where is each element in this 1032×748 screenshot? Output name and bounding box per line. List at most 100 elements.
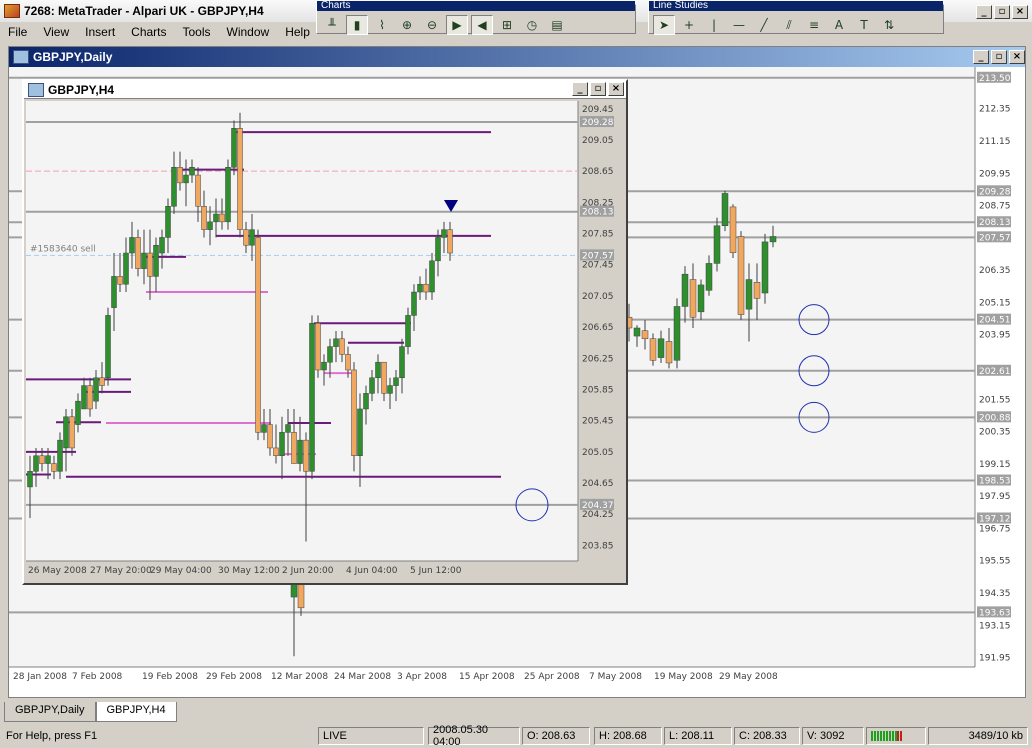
app-window-buttons: _ ▫ × [976, 5, 1028, 19]
h4-candle [249, 229, 255, 246]
channel-icon[interactable]: ⫽ [778, 15, 800, 35]
daily-price-tick: 203.95 [979, 331, 1011, 341]
candlestick-icon[interactable]: ▮ [346, 15, 368, 35]
daily-price-label: 198.53 [979, 477, 1011, 487]
connection-bars-icon[interactable] [866, 727, 926, 745]
menu-help[interactable]: Help [277, 25, 318, 39]
h4-candle [369, 377, 375, 394]
h4-candle [123, 252, 129, 285]
daily-price-tick: 197.95 [979, 492, 1011, 502]
h4-price-label: 204.37 [582, 501, 614, 511]
h4-time-tick: 30 May 12:00 [218, 566, 280, 576]
daily-chart-titlebar: GBPJPY,Daily [9, 47, 1025, 67]
h4-candle [243, 229, 249, 246]
zoom-out-icon[interactable]: ⊖ [421, 15, 443, 35]
daily-time-tick: 29 Feb 2008 [206, 672, 262, 682]
h4-candle [363, 393, 369, 410]
h4-candle [393, 377, 399, 386]
daily-candle [761, 241, 769, 294]
menu-insert[interactable]: Insert [77, 25, 123, 39]
h4-candle [171, 167, 177, 207]
h4-candle [411, 291, 417, 316]
fibonacci-icon[interactable]: ≡ [803, 15, 825, 35]
daily-price-tick: 191.95 [979, 654, 1011, 664]
daily-time-tick: 25 Apr 2008 [524, 672, 580, 682]
h4-time-tick: 5 Jun 12:00 [410, 566, 462, 576]
zoom-in-icon[interactable]: ⊕ [396, 15, 418, 35]
indicators-icon[interactable]: ⊞ [496, 15, 518, 35]
h4-close-button[interactable]: × [608, 82, 624, 96]
text-label-icon[interactable]: T [853, 15, 875, 35]
h4-candle [129, 237, 135, 254]
crosshair-icon[interactable]: + [678, 15, 700, 35]
daily-price-tick: 209.95 [979, 169, 1011, 179]
menu-window[interactable]: Window [219, 25, 278, 39]
arrows-icon[interactable]: ⇅ [878, 15, 900, 35]
templates-icon[interactable]: ▤ [546, 15, 568, 35]
tab-gbpjpy-h4[interactable]: GBPJPY,H4 [95, 702, 177, 722]
daily-price-label: 213.50 [979, 74, 1011, 84]
minimize-button[interactable]: _ [976, 5, 992, 19]
h4-candle [63, 416, 69, 449]
daily-minimize-button[interactable]: _ [973, 50, 989, 64]
h4-candle [267, 424, 273, 449]
daily-price-label: 209.28 [979, 187, 1011, 197]
h4-price-tick: 209.45 [582, 105, 614, 115]
bar-chart-icon[interactable]: ╨ [321, 15, 343, 35]
daily-time-tick: 19 May 2008 [654, 672, 713, 682]
menu-file[interactable]: File [0, 25, 35, 39]
daily-time-tick: 28 Jan 2008 [13, 672, 67, 682]
h4-chart-window[interactable]: GBPJPY,H4 _ ▫ × 209.45 209.05 208.65 208.25… [22, 79, 628, 585]
charts-toolbar: Charts ╨ ▮ ⌇ ⊕ ⊖ ▶ ◀ ⊞ ◷ ▤ [316, 1, 636, 35]
h4-price-label: 208.13 [582, 208, 614, 218]
status-profile[interactable]: LIVE [318, 727, 424, 745]
h4-candle [141, 252, 147, 269]
autoscroll-icon[interactable]: ▶ [446, 15, 468, 35]
chart-shift-icon[interactable]: ◀ [471, 15, 493, 35]
h4-restore-button[interactable]: ▫ [590, 82, 606, 96]
h4-candle [231, 128, 237, 168]
menu-view[interactable]: View [35, 25, 77, 39]
h4-price-label: 207.57 [582, 251, 614, 261]
menu-tools[interactable]: Tools [175, 25, 219, 39]
daily-candle [681, 273, 689, 307]
status-bar: For Help, press F1 LIVE 2008.05.30 04:00… [0, 724, 1032, 748]
h4-candle [147, 252, 153, 277]
text-icon[interactable]: A [828, 15, 850, 35]
restore-button[interactable]: ▫ [994, 5, 1010, 19]
h4-candle [237, 128, 243, 230]
cursor-icon[interactable]: ➤ [653, 15, 675, 35]
daily-candle [729, 206, 737, 253]
daily-close-button[interactable]: × [1009, 50, 1025, 64]
close-button[interactable]: × [1012, 5, 1028, 19]
h4-minimize-button[interactable]: _ [572, 82, 588, 96]
trendline-icon[interactable]: ╱ [753, 15, 775, 35]
app-icon [4, 4, 20, 18]
h4-candle [105, 315, 111, 379]
daily-candle [649, 338, 657, 361]
daily-restore-button[interactable]: ▫ [991, 50, 1007, 64]
h4-price-tick: 207.85 [582, 230, 614, 240]
periods-icon[interactable]: ◷ [521, 15, 543, 35]
h4-price-tick: 206.25 [582, 354, 614, 364]
status-close: C: 208.33 [734, 727, 800, 745]
daily-price-label: 200.88 [979, 413, 1011, 423]
daily-price-tick: 212.35 [979, 105, 1011, 115]
status-datetime: 2008.05.30 04:00 [428, 724, 520, 748]
h4-candle [165, 206, 171, 238]
daily-window-buttons: _ ▫ × [973, 50, 1025, 64]
tab-gbpjpy-daily[interactable]: GBPJPY,Daily [4, 702, 96, 722]
h4-price-tick: 205.05 [582, 448, 614, 458]
horizontal-line-icon[interactable]: — [728, 15, 750, 35]
chart-window-icon [13, 50, 29, 64]
daily-price-label: 204.51 [979, 316, 1011, 326]
h4-price-tick: 205.85 [582, 385, 614, 395]
h4-candle [327, 346, 333, 363]
vertical-line-icon[interactable]: | [703, 15, 725, 35]
h4-chart-canvas[interactable]: 209.45209.05208.65208.25207.85207.45207.… [26, 101, 624, 581]
daily-time-tick: 7 Feb 2008 [72, 672, 123, 682]
h4-candle [357, 408, 363, 456]
line-chart-icon[interactable]: ⌇ [371, 15, 393, 35]
daily-candle [633, 327, 641, 337]
menu-charts[interactable]: Charts [123, 25, 174, 39]
